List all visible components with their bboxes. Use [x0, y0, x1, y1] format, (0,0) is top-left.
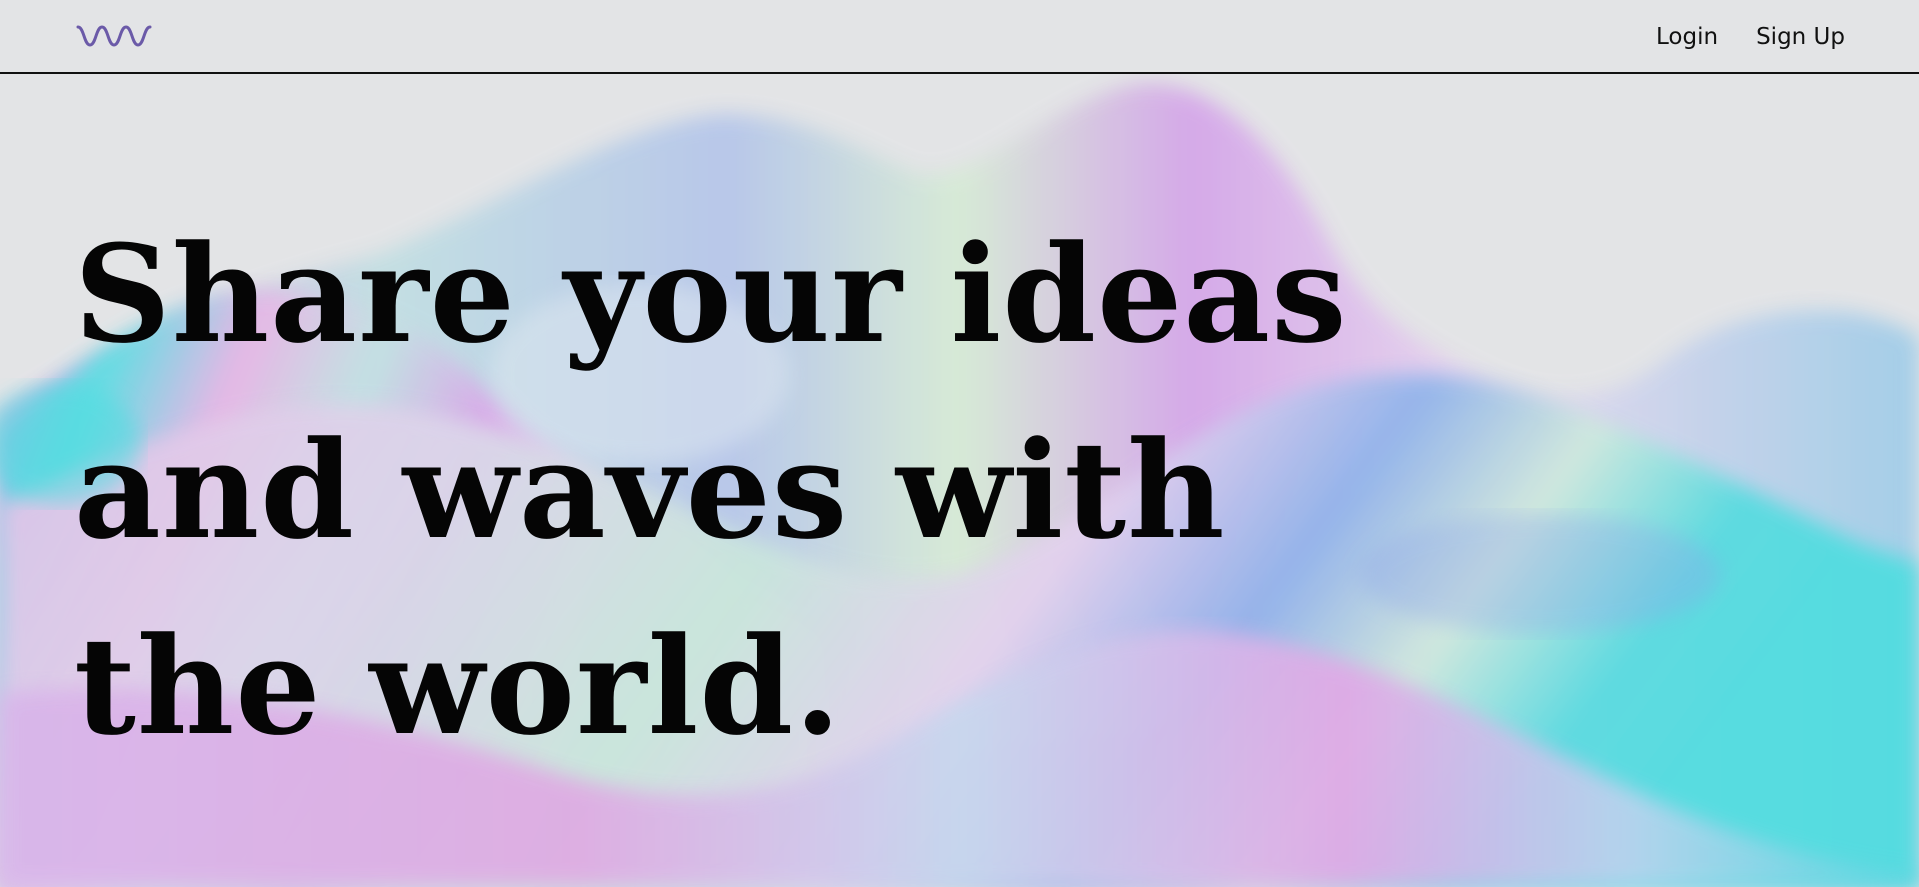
hero-line-1: Share your ideas — [74, 215, 1348, 373]
hero-line-3: the world. — [74, 607, 842, 765]
sign-up-link[interactable]: Sign Up — [1756, 20, 1845, 54]
top-navigation-bar: Login Sign Up — [0, 0, 1919, 74]
wave-logo-icon[interactable] — [76, 21, 152, 51]
nav-links: Login Sign Up — [1656, 20, 1845, 54]
hero-heading: Share your ideas and waves with the worl… — [74, 196, 1374, 784]
login-link[interactable]: Login — [1656, 20, 1718, 54]
landing-page: Login Sign Up Share your ideas and waves… — [0, 0, 1919, 887]
wave-logo-icon — [76, 25, 152, 47]
hero-line-2: and waves with — [74, 411, 1226, 569]
